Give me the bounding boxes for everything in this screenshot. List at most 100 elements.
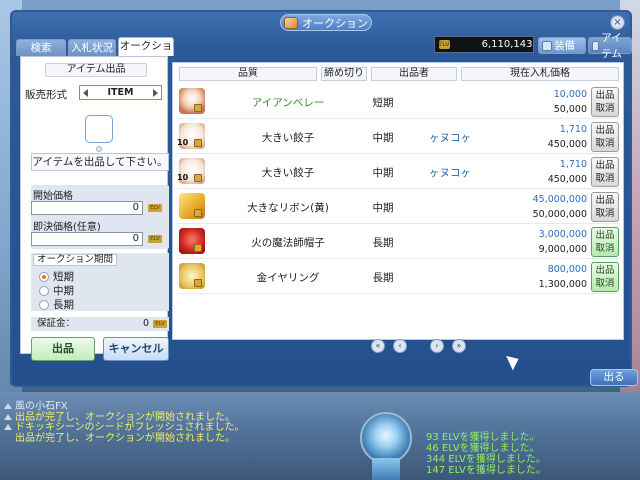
chat-scroll-icon[interactable] [4, 403, 12, 409]
elv-currency-icon: ELV [148, 204, 162, 212]
currency-gain-log: 93 ELVを獲得しました。 46 ELVを獲得しました。 344 ELVを獲得… [426, 432, 546, 476]
sale-type-value: ITEM [107, 87, 134, 98]
price-area: 開始価格 0 ELV 即決価格(任意) 0 ELV [31, 185, 169, 249]
sale-type-select[interactable]: ITEM [79, 85, 162, 100]
cancel-listing-button[interactable]: 出品 取消 [591, 227, 619, 257]
next-page-icon[interactable]: › [430, 339, 444, 353]
cancel-listing-button[interactable]: 出品 取消 [591, 122, 619, 152]
period-option-long[interactable]: 長期 [39, 297, 74, 312]
current-bid: 45,000,000 [532, 194, 587, 205]
cancel-listing-button[interactable]: 出品 取消 [591, 192, 619, 222]
deadline: 中期 [372, 167, 394, 179]
table-row[interactable]: 火の魔法師帽子 長期 3,000,000 9,000,000 出品 取消 [177, 225, 619, 259]
portal-stem [372, 458, 400, 480]
table-row[interactable]: 大きなリボン(黄) 中期 45,000,000 50,000,000 出品 取消 [177, 190, 619, 224]
auction-window: オークション × 検索 入札状況 オークション ELV 6,110,143 装備… [10, 10, 638, 387]
auction-hammer-icon [284, 16, 298, 29]
lock-icon [194, 139, 202, 147]
close-button[interactable]: × [610, 15, 625, 30]
pagination: « ‹ 1 › » [371, 339, 466, 353]
lock-icon [194, 174, 202, 182]
chat-scroll-icon[interactable] [4, 424, 12, 430]
item-name: 大きい餃子 [261, 132, 315, 144]
submit-listing-button[interactable]: 出品 [31, 337, 95, 361]
last-page-icon[interactable]: » [452, 339, 466, 353]
gain-line: 147 ELVを獲得しました。 [426, 465, 546, 476]
tab-equipment-label: 装備 [554, 39, 575, 52]
sale-type-label: 販売形式 [25, 89, 67, 101]
period-title: オークション期間 [33, 254, 118, 266]
prev-arrow-icon[interactable] [83, 88, 88, 97]
window-title: オークション [280, 14, 372, 31]
cancel-listing-button[interactable]: 出品 取消 [591, 262, 619, 292]
deadline: 長期 [372, 272, 394, 284]
current-page[interactable]: 1 [415, 340, 422, 353]
elv-currency-icon: ELV [153, 320, 167, 328]
radio-icon[interactable] [39, 285, 49, 296]
table-row[interactable]: 10 大きい餃子 中期 ヶヌコヶ 1,710 450,000 出品 取消 [177, 155, 619, 189]
period-option-short[interactable]: 短期 [39, 269, 74, 284]
item-name: アイアンベレー [251, 97, 325, 109]
tab-search[interactable]: 検索 [16, 39, 66, 56]
prev-page-icon[interactable]: ‹ [393, 339, 407, 353]
listing-panel: アイテム出品 販売形式 ITEM アイテムを出品して下さい。 開始価格 0 EL… [20, 56, 169, 361]
buyout-price-input[interactable]: 0 [31, 232, 143, 246]
first-page-icon[interactable]: « [371, 339, 385, 353]
table-row[interactable]: 金イヤリング 長期 800,000 1,300,000 出品 取消 [177, 260, 619, 294]
portal-orb [360, 412, 412, 464]
deadline: 中期 [372, 202, 394, 214]
buyout-price: 1,300,000 [538, 279, 587, 290]
tab-bid-status[interactable]: 入札状況 [68, 39, 116, 56]
period-label: 中期 [53, 285, 74, 297]
period-selector: オークション期間 短期 中期 長期 [31, 253, 169, 311]
current-bid: 1,710 [559, 124, 587, 135]
gain-line: 46 ELVを獲得しました。 [426, 443, 540, 454]
item-drop-slot[interactable] [85, 115, 113, 143]
chat-log: 風の小石FX 出品が完了し、オークションが開始されました。 ドキッキシーンのシー… [4, 401, 245, 444]
chat-line: 出品が完了し、オークションが開始されました。 [15, 432, 235, 444]
period-label: 長期 [53, 299, 74, 311]
cancel-listing-button[interactable]: 出品 取消 [591, 157, 619, 187]
header-deadline[interactable]: 締め切り [321, 67, 367, 81]
cancel-button[interactable]: キャンセル [103, 337, 169, 361]
tab-item-label: アイテム [601, 31, 622, 60]
buyout-price: 50,000 [553, 104, 587, 115]
deadline: 中期 [372, 132, 394, 144]
table-row[interactable]: 10 大きい餃子 中期 ヶヌコヶ 1,710 450,000 出品 取消 [177, 120, 619, 154]
header-seller[interactable]: 出品者 [371, 67, 457, 81]
radio-selected-icon[interactable] [39, 271, 49, 282]
header-quality[interactable]: 品質 [179, 67, 317, 81]
deposit-row: 保証金： 0 ELV [31, 317, 169, 331]
elv-currency-icon: ELV [148, 235, 162, 243]
next-arrow-icon[interactable] [153, 88, 158, 97]
title-bar[interactable]: オークション × [12, 12, 630, 34]
listings-table: 品質 締め切り 出品者 現在入札価格 アイアンベレー 短期 10,000 50,000… [172, 62, 624, 353]
table-row[interactable]: アイアンベレー 短期 10,000 50,000 出品 取消 [177, 85, 619, 119]
listing-message: アイテムを出品して下さい。 [31, 153, 169, 171]
deadline: 短期 [372, 97, 394, 109]
money-display: ELV 6,110,143 [434, 36, 534, 53]
period-label: 短期 [53, 271, 74, 283]
cancel-listing-button[interactable]: 出品 取消 [591, 87, 619, 117]
gain-line: 93 ELVを獲得しました。 [426, 432, 540, 443]
item-name: 大きなリボン(黄) [247, 202, 329, 214]
radio-icon[interactable] [39, 299, 49, 310]
current-bid: 1,710 [559, 159, 587, 170]
buyout-price: 50,000,000 [532, 209, 587, 220]
start-price-input[interactable]: 0 [31, 201, 143, 215]
current-bid: 800,000 [547, 264, 587, 275]
deposit-label: 保証金： [37, 318, 76, 329]
chat-scroll-icon[interactable] [4, 413, 12, 420]
tab-item[interactable]: アイテム [588, 32, 632, 60]
header-current-bid[interactable]: 現在入札価格 [461, 67, 619, 81]
start-price-label: 開始価格 [33, 191, 73, 202]
buyout-price: 450,000 [547, 174, 587, 185]
tab-auction[interactable]: オークション [118, 37, 174, 68]
tab-equipment[interactable]: 装備 [538, 37, 586, 54]
window-title-text: オークション [302, 16, 368, 30]
lock-icon [194, 104, 202, 112]
buyout-price-label: 即決価格(任意) [33, 222, 101, 233]
exit-button[interactable]: 出る [590, 369, 638, 386]
elv-coin-icon: ELV [439, 40, 450, 49]
period-option-medium[interactable]: 中期 [39, 283, 74, 298]
